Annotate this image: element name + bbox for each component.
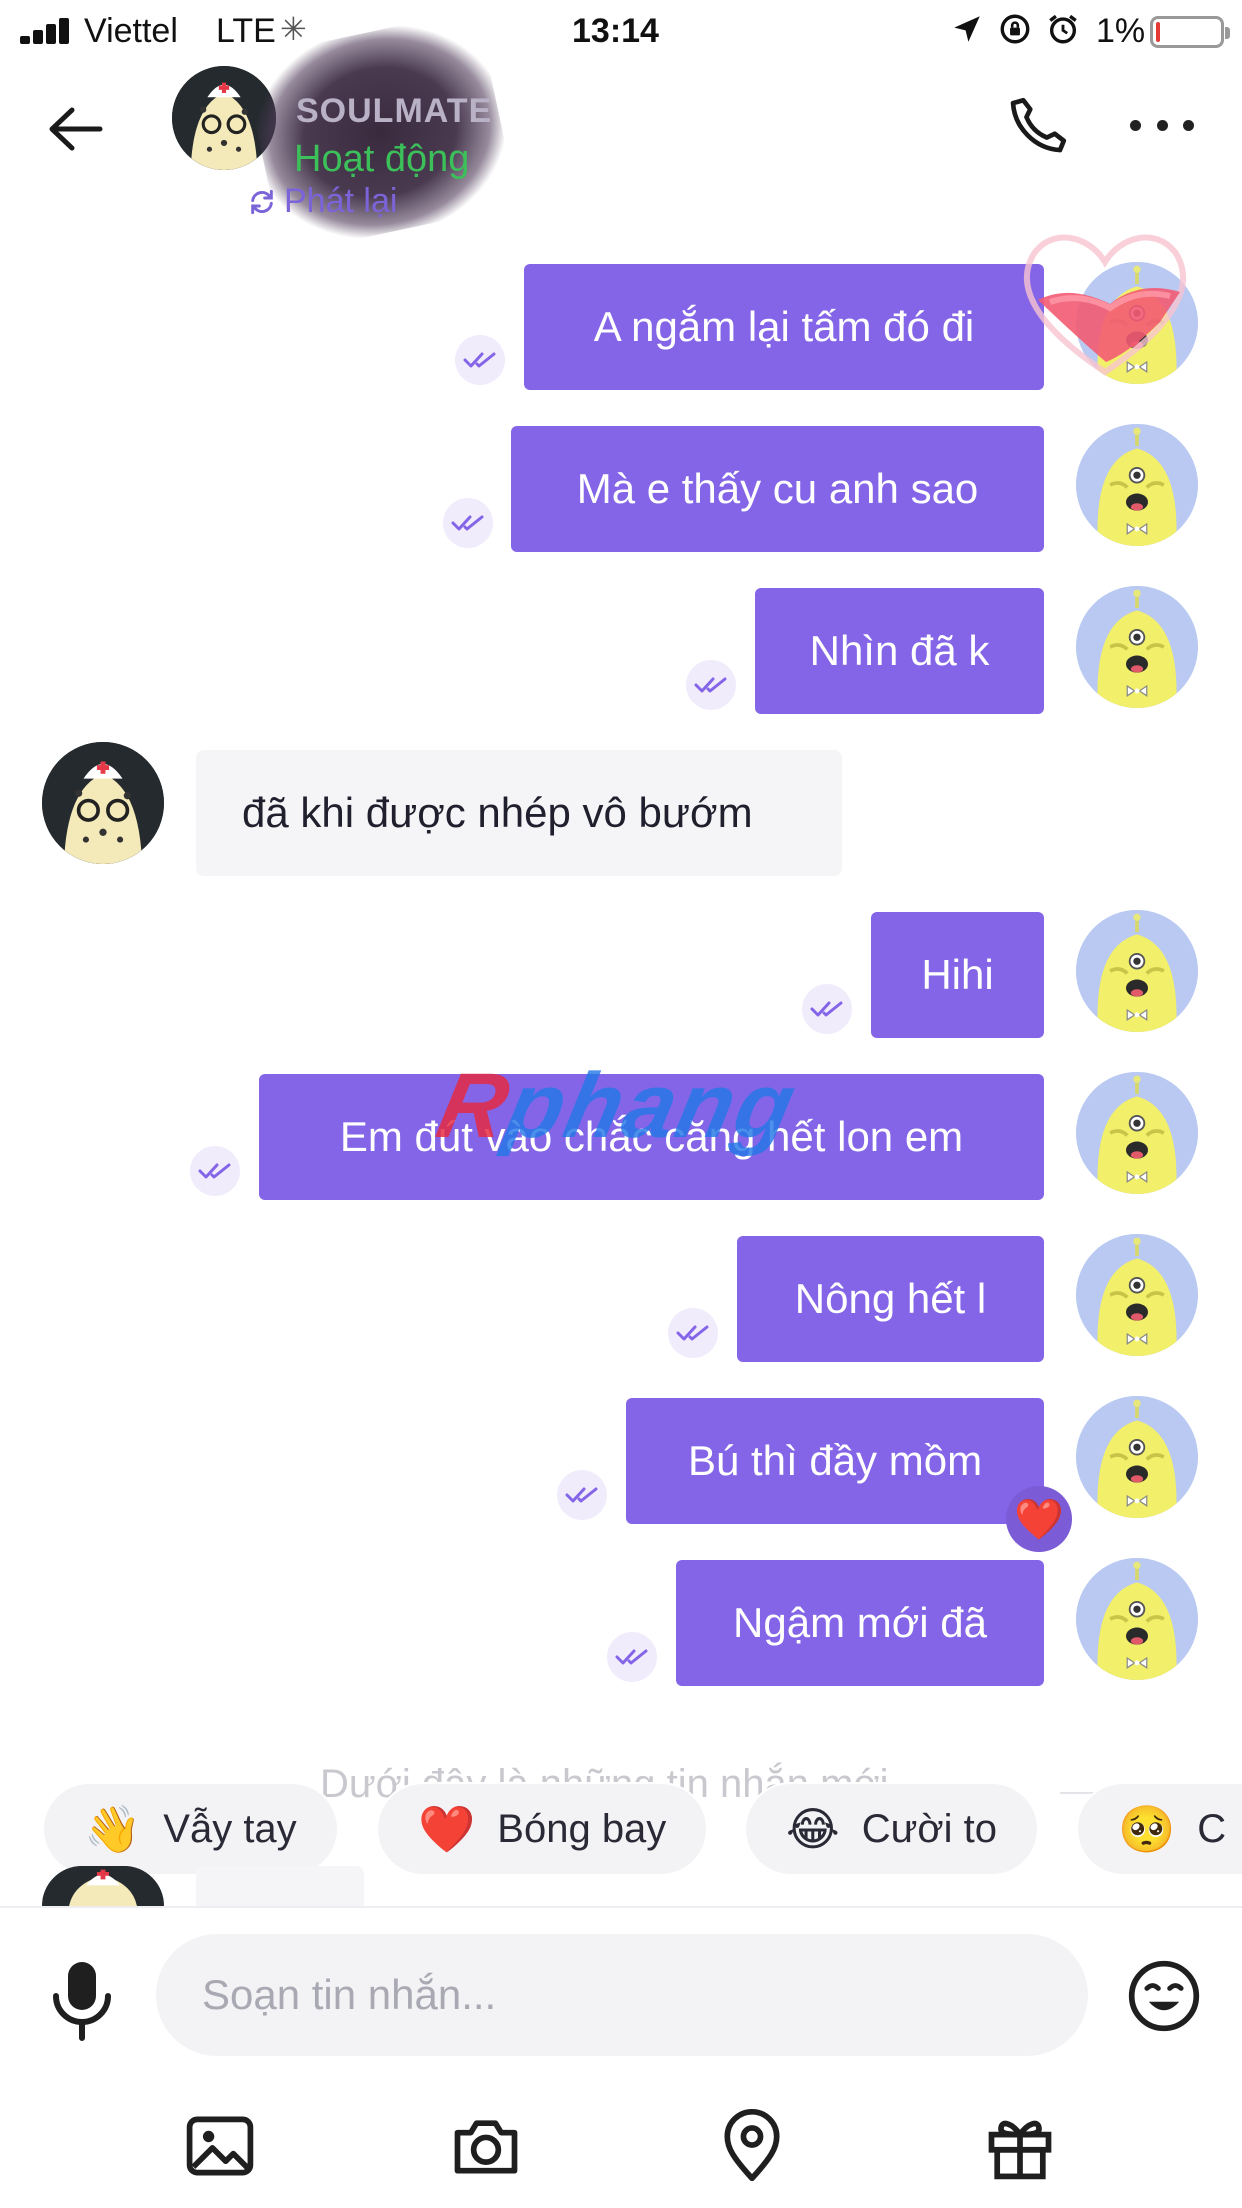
my-avatar[interactable]: [1076, 1072, 1198, 1194]
yellow-monster-avatar-icon: [1076, 1072, 1198, 1194]
status-bar: Viettel LTE ✳ 13:14 1%: [0, 0, 1242, 62]
double-check-icon: [686, 660, 736, 710]
rotation-lock-icon: [1000, 14, 1030, 44]
quick-reply-bar: 👋 Vẫy tay ❤️ Bóng bay 😂 Cười to 🥺 C: [0, 1784, 1242, 1874]
message-bubble-outgoing[interactable]: Nhìn đã k: [755, 588, 1044, 714]
back-arrow-icon[interactable]: [40, 94, 110, 164]
yellow-monster-avatar-icon: [1076, 1558, 1198, 1680]
contact-avatar[interactable]: [42, 742, 164, 864]
double-check-icon: [443, 498, 493, 548]
message-text: Nông hết l: [794, 1275, 987, 1322]
quick-reply-pleading[interactable]: 🥺 C: [1078, 1784, 1242, 1874]
status-time: 13:14: [572, 12, 659, 50]
chip-label: Vẫy tay: [163, 1806, 297, 1851]
my-avatar[interactable]: [1076, 1558, 1198, 1680]
chip-label: Cười to: [861, 1806, 998, 1851]
yellow-monster-avatar-icon: [1076, 586, 1198, 708]
my-avatar[interactable]: [1076, 1396, 1198, 1518]
image-icon[interactable]: [182, 2108, 258, 2184]
message-bubble-incoming: [196, 1866, 364, 1906]
message-bubble-outgoing[interactable]: Mà e thấy cu anh sao: [511, 426, 1044, 552]
wave-icon: 👋: [84, 1802, 142, 1855]
microphone-icon[interactable]: [50, 1958, 114, 2042]
my-avatar[interactable]: [1076, 424, 1198, 546]
my-avatar[interactable]: [1076, 586, 1198, 708]
yellow-monster-avatar-icon: [1076, 424, 1198, 546]
watermark-rest: phang: [497, 1055, 806, 1157]
chip-label: C: [1197, 1806, 1227, 1851]
my-avatar[interactable]: [1076, 910, 1198, 1032]
replay-button[interactable]: Phát lại: [246, 182, 397, 221]
heart-animation-icon: [1024, 234, 1186, 376]
battery-icon: [1150, 16, 1230, 48]
replay-label: Phát lại: [284, 182, 398, 220]
camera-icon[interactable]: [448, 2108, 524, 2184]
battery-percent: 1%: [1096, 12, 1146, 50]
message-bubble-incoming[interactable]: đã khi được nhép vô bướm: [196, 750, 842, 876]
message-bubble-outgoing[interactable]: Bú thì đầy mồm: [626, 1398, 1044, 1524]
message-bubble-outgoing[interactable]: Ngậm mới đã: [676, 1560, 1044, 1686]
carrier-name: Viettel: [84, 12, 178, 50]
message-bubble-outgoing[interactable]: A ngắm lại tấm đó đi: [524, 264, 1044, 390]
quick-reply-balloon[interactable]: ❤️ Bóng bay: [378, 1784, 707, 1874]
battery-fill: [1156, 22, 1160, 42]
message-text: Bú thì đầy mồm: [687, 1437, 983, 1484]
presence-status: Hoạt động: [294, 138, 470, 180]
replay-icon: [251, 189, 273, 214]
more-dots-icon[interactable]: [1130, 110, 1194, 140]
message-input-placeholder: Soạn tin nhắn...: [202, 1971, 497, 2018]
contact-name[interactable]: SOULMATE: [296, 92, 492, 131]
alarm-icon: [1049, 14, 1077, 44]
my-avatar[interactable]: [1076, 1234, 1198, 1356]
message-text: A ngắm lại tấm đó đi: [593, 303, 975, 350]
contact-avatar: [42, 1866, 164, 1906]
double-check-icon: [190, 1146, 240, 1196]
chip-label: Bóng bay: [497, 1806, 667, 1851]
laughing-icon: 😂: [786, 1803, 840, 1855]
location-arrow-icon: [954, 16, 980, 42]
message-bubble-outgoing[interactable]: Nông hết l: [737, 1236, 1044, 1362]
quick-reply-laugh[interactable]: 😂 Cười to: [746, 1784, 1038, 1874]
message-bubble-outgoing[interactable]: Hihi: [871, 912, 1044, 1038]
location-pin-icon[interactable]: [714, 2108, 790, 2184]
cow-nurse-avatar-icon: [42, 742, 164, 864]
network-type: LTE: [216, 12, 276, 50]
double-check-icon: [802, 984, 852, 1034]
gift-icon[interactable]: [982, 2108, 1058, 2184]
watermark: Rphang: [429, 1054, 806, 1159]
loading-icon: ✳: [280, 11, 307, 47]
emoji-icon[interactable]: [1126, 1958, 1202, 2034]
double-check-icon: [557, 1470, 607, 1520]
message-input[interactable]: Soạn tin nhắn...: [156, 1934, 1088, 2056]
reaction-emoji: ❤️: [1014, 1497, 1064, 1542]
message-text: đã khi được nhép vô bướm: [242, 789, 753, 836]
cow-nurse-avatar-icon: [42, 1866, 164, 1906]
message-text: Ngậm mới đã: [733, 1599, 987, 1646]
signal-icon: [20, 18, 76, 44]
yellow-monster-avatar-icon: [1076, 1234, 1198, 1356]
phone-icon[interactable]: [1004, 90, 1074, 160]
message-text: Hihi: [921, 951, 994, 998]
chat-header: SOULMATE Hoạt động Phát lại: [0, 9, 1242, 255]
quick-reply-wave[interactable]: 👋 Vẫy tay: [44, 1784, 337, 1874]
message-text: Nhìn đã k: [809, 627, 990, 674]
composer: Soạn tin nhắn...: [0, 1906, 1242, 2208]
yellow-monster-avatar-icon: [1076, 1396, 1198, 1518]
double-check-icon: [668, 1308, 718, 1358]
pleading-face-icon: 🥺: [1118, 1802, 1176, 1855]
yellow-monster-avatar-icon: [1076, 910, 1198, 1032]
heart-icon: ❤️: [418, 1802, 476, 1855]
double-check-icon: [607, 1632, 657, 1682]
double-check-icon: [455, 335, 505, 385]
heart-reaction-icon[interactable]: ❤️: [1006, 1486, 1072, 1552]
message-text: Mà e thấy cu anh sao: [576, 465, 979, 512]
